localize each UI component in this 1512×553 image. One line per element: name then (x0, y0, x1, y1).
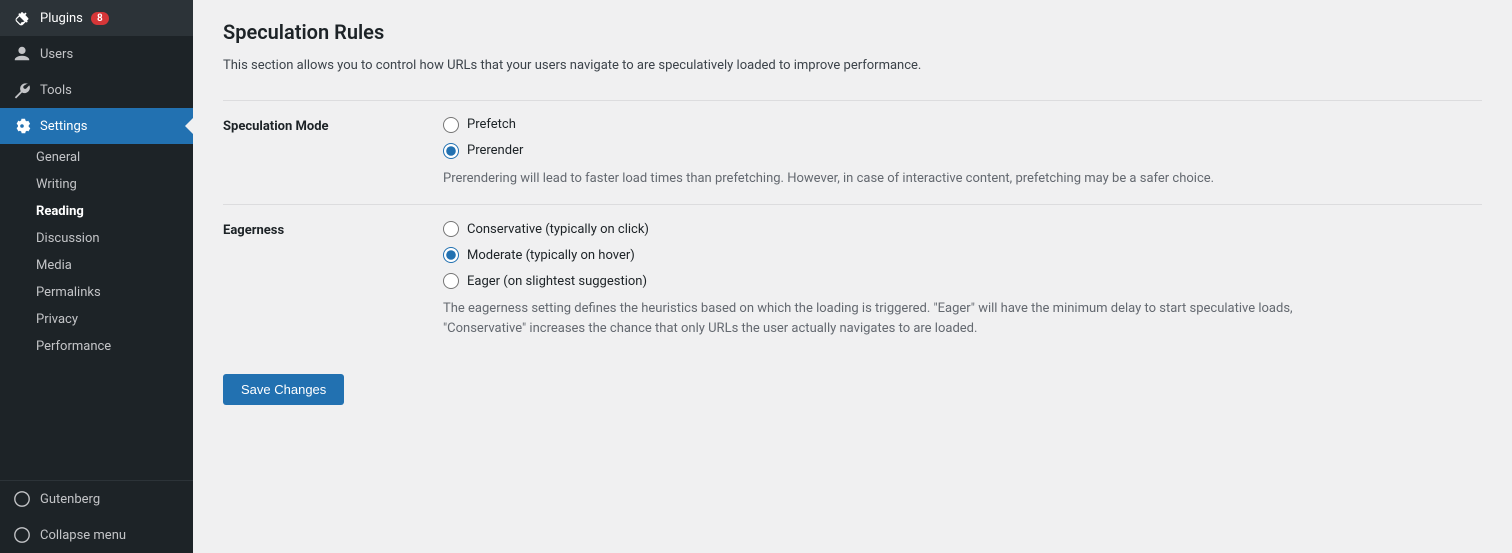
plugins-badge: 8 (91, 12, 109, 25)
eagerness-label: Eagerness (223, 221, 443, 338)
sidebar-bottom: Gutenberg Collapse menu (0, 480, 193, 553)
prerender-label: Prerender (467, 143, 523, 158)
sidebar-item-settings[interactable]: Settings (0, 108, 193, 144)
prerender-radio[interactable] (443, 143, 459, 159)
collapse-icon (12, 525, 32, 545)
speculation-mode-row: Speculation Mode Prefetch Prerender Prer… (223, 100, 1482, 205)
conservative-option[interactable]: Conservative (typically on click) (443, 221, 1482, 237)
section-description: This section allows you to control how U… (223, 56, 1482, 76)
plugins-label: Plugins (40, 11, 83, 26)
plugins-icon (12, 8, 32, 28)
eagerness-controls: Conservative (typically on click) Modera… (443, 221, 1482, 338)
prefetch-label: Prefetch (467, 117, 516, 132)
speculation-mode-label: Speculation Mode (223, 117, 443, 189)
sidebar-item-performance[interactable]: Performance (0, 333, 193, 360)
tools-icon (12, 80, 32, 100)
sidebar-item-plugins[interactable]: Plugins 8 (0, 0, 193, 36)
settings-icon (12, 116, 32, 136)
speculation-mode-hint: Prerendering will lead to faster load ti… (443, 169, 1343, 189)
eager-label: Eager (on slightest suggestion) (467, 274, 647, 289)
settings-submenu: General Writing Reading Discussion Media… (0, 144, 193, 360)
users-icon (12, 44, 32, 64)
gutenberg-label: Gutenberg (40, 492, 100, 507)
sidebar-item-media[interactable]: Media (0, 252, 193, 279)
sidebar-item-collapse[interactable]: Collapse menu (0, 517, 193, 553)
prefetch-option[interactable]: Prefetch (443, 117, 1482, 133)
sidebar-item-users[interactable]: Users (0, 36, 193, 72)
sidebar-item-permalinks[interactable]: Permalinks (0, 279, 193, 306)
moderate-option[interactable]: Moderate (typically on hover) (443, 247, 1482, 263)
eagerness-hint: The eagerness setting defines the heuris… (443, 299, 1343, 338)
sidebar-item-general[interactable]: General (0, 144, 193, 171)
sidebar-item-tools[interactable]: Tools (0, 72, 193, 108)
speculation-mode-controls: Prefetch Prerender Prerendering will lea… (443, 117, 1482, 189)
eagerness-row: Eagerness Conservative (typically on cli… (223, 204, 1482, 354)
moderate-label: Moderate (typically on hover) (467, 248, 635, 263)
main-content: Speculation Rules This section allows yo… (193, 0, 1512, 553)
sidebar-item-discussion[interactable]: Discussion (0, 225, 193, 252)
users-label: Users (40, 47, 73, 62)
gutenberg-icon (12, 489, 32, 509)
sidebar-item-gutenberg[interactable]: Gutenberg (0, 481, 193, 517)
settings-indicator (185, 118, 193, 134)
moderate-radio[interactable] (443, 247, 459, 263)
settings-label: Settings (40, 119, 87, 134)
sidebar: Plugins 8 Users Tools Settings General W… (0, 0, 193, 553)
conservative-radio[interactable] (443, 221, 459, 237)
collapse-label: Collapse menu (40, 528, 126, 543)
sidebar-item-reading[interactable]: Reading (0, 198, 193, 225)
sidebar-item-writing[interactable]: Writing (0, 171, 193, 198)
page-title: Speculation Rules (223, 20, 1482, 44)
conservative-label: Conservative (typically on click) (467, 222, 649, 237)
tools-label: Tools (40, 83, 72, 98)
eager-option[interactable]: Eager (on slightest suggestion) (443, 273, 1482, 289)
eager-radio[interactable] (443, 273, 459, 289)
prefetch-radio[interactable] (443, 117, 459, 133)
save-changes-button[interactable]: Save Changes (223, 374, 344, 405)
prerender-option[interactable]: Prerender (443, 143, 1482, 159)
sidebar-item-privacy[interactable]: Privacy (0, 306, 193, 333)
